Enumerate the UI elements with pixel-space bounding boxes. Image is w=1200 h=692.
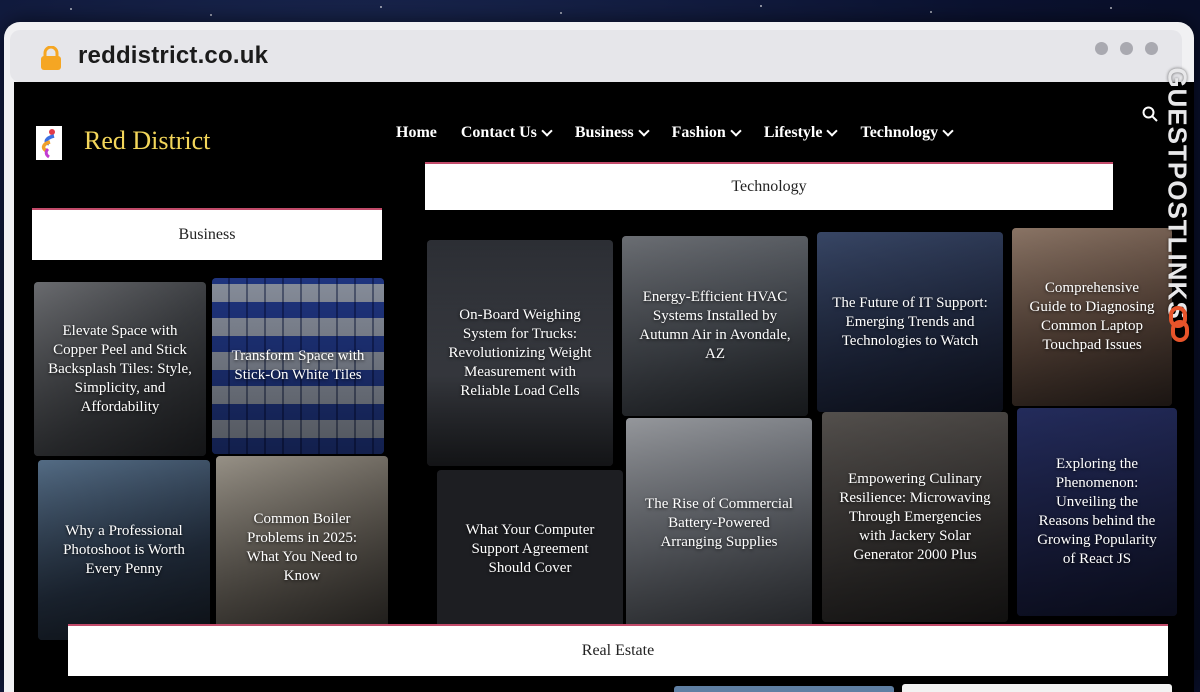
nav-lifestyle[interactable]: Lifestyle	[764, 124, 839, 142]
section-heading-text: Real Estate	[581, 642, 655, 659]
section-heading-text: Business	[178, 226, 236, 243]
search-icon[interactable]	[1142, 106, 1158, 122]
post-title[interactable]: Elevate Space with Copper Peel and Stick…	[34, 322, 206, 417]
chevron-down-icon	[541, 125, 553, 137]
post-card[interactable]: Comprehensive Guide to Diagnosing Common…	[1012, 228, 1172, 406]
post-card[interactable]: Elevate Space with Copper Peel and Stick…	[34, 282, 206, 456]
post-title[interactable]: The Rise of Commercial Battery-Powered A…	[626, 495, 812, 552]
chevron-down-icon	[730, 125, 742, 137]
url-text[interactable]: reddistrict.co.uk	[78, 42, 268, 70]
site-title[interactable]: Red District	[84, 126, 210, 156]
post-card-placeholder	[674, 686, 894, 692]
window-dot[interactable]	[1095, 42, 1108, 55]
window-dot[interactable]	[1145, 42, 1158, 55]
nav-fashion[interactable]: Fashion	[672, 124, 742, 142]
window-controls	[1095, 42, 1158, 55]
watermark: GUESTPOSTLINKS	[1160, 58, 1194, 328]
post-title[interactable]: Why a Professional Photoshoot is Worth E…	[38, 522, 210, 579]
post-title[interactable]: On-Board Weighing System for Trucks: Rev…	[427, 306, 613, 401]
window-dot[interactable]	[1120, 42, 1133, 55]
post-title[interactable]: Transform Space with Stick-On White Tile…	[212, 347, 384, 385]
website: Red District Home Contact Us Business Fa…	[14, 82, 1194, 692]
address-bar[interactable]: reddistrict.co.uk	[10, 30, 1182, 82]
logo-mark-icon	[41, 129, 55, 159]
post-card[interactable]: Energy-Efficient HVAC Systems Installed …	[622, 236, 808, 416]
link-icon	[1169, 306, 1189, 342]
site-logo[interactable]	[36, 126, 62, 160]
watermark-text: GUESTPOSTLINKS	[1162, 66, 1193, 320]
post-card[interactable]: Exploring the Phenomenon: Unveiling the …	[1017, 408, 1177, 616]
post-title[interactable]: What Your Computer Support Agreement Sho…	[437, 521, 623, 578]
post-card[interactable]: Common Boiler Problems in 2025: What You…	[216, 456, 388, 640]
post-card[interactable]: The Future of IT Support: Emerging Trend…	[817, 232, 1003, 412]
main-nav: Home Contact Us Business Fashion Lifesty…	[396, 124, 954, 142]
section-heading-real-estate[interactable]: Real Estate	[68, 624, 1168, 676]
post-title[interactable]: The Future of IT Support: Emerging Trend…	[817, 294, 1003, 351]
section-heading-text: Technology	[731, 178, 807, 195]
post-card[interactable]: Empowering Culinary Resilience: Microwav…	[822, 412, 1008, 622]
nav-business[interactable]: Business	[575, 124, 650, 142]
browser-window: reddistrict.co.uk Red District Home Cont…	[4, 22, 1194, 692]
section-heading-technology[interactable]: Technology	[425, 162, 1113, 210]
nav-technology[interactable]: Technology	[860, 124, 954, 142]
chevron-down-icon	[826, 125, 839, 137]
chevron-down-icon	[942, 125, 954, 137]
chevron-down-icon	[637, 125, 650, 137]
post-card[interactable]: On-Board Weighing System for Trucks: Rev…	[427, 240, 613, 466]
nav-contact-us[interactable]: Contact Us	[461, 124, 553, 142]
post-card-placeholder	[902, 684, 1172, 692]
lock-icon	[41, 46, 61, 70]
post-card[interactable]: What Your Computer Support Agreement Sho…	[437, 470, 623, 628]
post-card[interactable]: Why a Professional Photoshoot is Worth E…	[38, 460, 210, 640]
post-title[interactable]: Exploring the Phenomenon: Unveiling the …	[1017, 455, 1177, 569]
post-title[interactable]: Common Boiler Problems in 2025: What You…	[216, 510, 388, 586]
post-title[interactable]: Comprehensive Guide to Diagnosing Common…	[1012, 279, 1172, 355]
post-card[interactable]: Transform Space with Stick-On White Tile…	[212, 278, 384, 454]
nav-home[interactable]: Home	[396, 124, 437, 142]
post-card[interactable]: The Rise of Commercial Battery-Powered A…	[626, 418, 812, 628]
section-heading-business[interactable]: Business	[32, 208, 382, 260]
post-title[interactable]: Energy-Efficient HVAC Systems Installed …	[622, 288, 808, 364]
post-title[interactable]: Empowering Culinary Resilience: Microwav…	[822, 470, 1008, 565]
